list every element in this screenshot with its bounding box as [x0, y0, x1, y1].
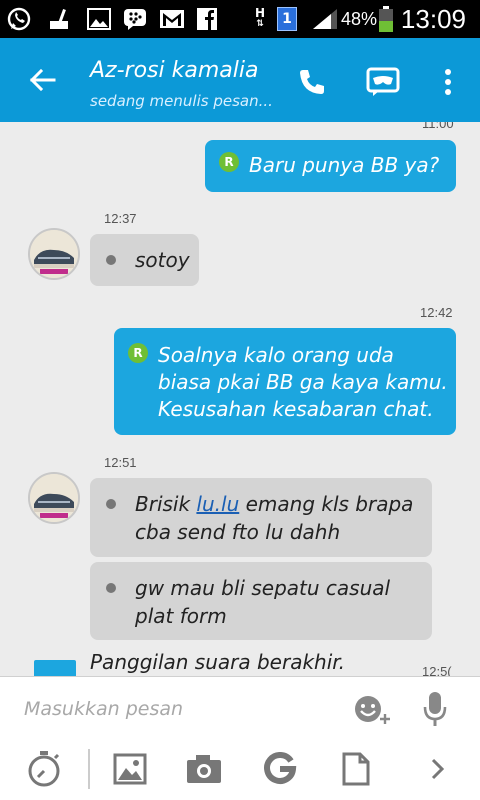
divider: [88, 749, 90, 789]
gmail-icon: [158, 6, 186, 32]
chevron-right-icon: [431, 758, 445, 780]
message-text: Soalnya kalo orang uda biasa pkai BB ga …: [158, 342, 448, 423]
timestamp: 12:51: [104, 455, 137, 470]
outgoing-message[interactable]: R Baru punya BB ya?: [205, 140, 456, 192]
voice-note-button[interactable]: [418, 689, 452, 729]
arrow-left-icon: [29, 68, 56, 92]
avatar[interactable]: [28, 472, 80, 524]
read-badge: R: [128, 343, 148, 363]
message-line: cba send fto lu dahh: [135, 520, 341, 544]
mask-icon: [366, 67, 400, 96]
composer: [0, 676, 480, 800]
message-text: gw mau bli sepatu casual plat form: [135, 574, 390, 630]
avatar[interactable]: [28, 228, 80, 280]
message-fragment: emang kls brapa: [239, 492, 414, 516]
message-text: sotoy: [135, 248, 190, 272]
message-link[interactable]: lu.lu: [196, 492, 239, 516]
shoe-photo: [30, 230, 78, 278]
google-icon: [264, 752, 297, 784]
battery-icon: [378, 6, 394, 32]
camera-button[interactable]: [182, 747, 226, 791]
typing-status: sedang menulis pesan...: [90, 92, 273, 110]
call-icon: [34, 660, 76, 676]
timestamp: 12:5(: [422, 664, 452, 676]
message-text: Baru punya BB ya?: [249, 153, 440, 177]
message-line: Kesusahan kesabaran chat.: [158, 397, 434, 421]
gallery-icon: [86, 6, 112, 32]
system-message: Panggilan suara berakhir.: [90, 650, 346, 674]
unread-dot: [106, 499, 116, 509]
read-badge: R: [219, 152, 239, 172]
status-clock: 13:09: [400, 4, 466, 34]
message-line: plat form: [135, 604, 227, 628]
incoming-message[interactable]: Brisik lu.lu emang kls brapa cba send ft…: [90, 478, 432, 557]
unread-dot: [106, 255, 116, 265]
sim-slot: 1: [276, 6, 298, 32]
mic-icon: [423, 692, 447, 726]
message-input[interactable]: [24, 691, 334, 727]
mask-button[interactable]: [363, 62, 403, 102]
gallery-button[interactable]: [108, 747, 152, 791]
voice-call-button[interactable]: [292, 62, 332, 102]
message-list[interactable]: 11:00 R Baru punya BB ya? 12:37 sotoy 12…: [0, 122, 480, 676]
message-fragment: Brisik: [135, 492, 197, 516]
timestamp: 12:42: [420, 305, 453, 320]
message-line: biasa pkai BB ga kaya kamu.: [158, 370, 448, 394]
google-search-button[interactable]: [258, 747, 302, 791]
camera-icon: [187, 755, 221, 783]
status-bar: H ⇅ 1 48% 13:09: [0, 0, 480, 38]
timestamp: 12:37: [104, 211, 137, 226]
file-icon: [342, 752, 370, 786]
more-attachments-button[interactable]: [416, 747, 460, 791]
message-line: Soalnya kalo orang uda: [158, 343, 394, 367]
bbm-icon: [122, 6, 148, 32]
timed-message-button[interactable]: [22, 747, 66, 791]
message-text: Brisik lu.lu emang kls brapa cba send ft…: [135, 490, 413, 546]
signal-icon: [310, 6, 340, 32]
network-type: H ⇅: [250, 6, 270, 32]
battery-percent: 48%: [341, 9, 378, 29]
network-type-label: H: [254, 6, 266, 20]
incoming-message[interactable]: gw mau bli sepatu casual plat form: [90, 562, 432, 640]
more-options-button[interactable]: [428, 62, 468, 102]
phone-icon: [300, 70, 324, 94]
message-line: gw mau bli sepatu casual: [135, 576, 391, 600]
more-vert-icon: [445, 69, 451, 95]
data-arrows-icon: ⇅: [256, 19, 264, 29]
timestamp: 11:00: [422, 122, 454, 131]
incoming-message[interactable]: sotoy: [90, 234, 199, 286]
file-button[interactable]: [334, 747, 378, 791]
emoji-add-icon: [355, 696, 390, 724]
back-button[interactable]: [22, 62, 62, 98]
broom-icon: [46, 6, 72, 32]
unread-dot: [106, 583, 116, 593]
whatsapp-icon: [4, 6, 34, 32]
emoticon-button[interactable]: [350, 691, 394, 729]
facebook-icon: [196, 6, 218, 32]
outgoing-message[interactable]: R Soalnya kalo orang uda biasa pkai BB g…: [114, 328, 456, 435]
picture-icon: [113, 753, 147, 785]
chat-header: Az-rosi kamalia sedang menulis pesan...: [0, 38, 480, 122]
sim-slot-label: 1: [277, 7, 297, 31]
contact-name[interactable]: Az-rosi kamalia: [90, 58, 258, 83]
timer-icon: [28, 751, 60, 787]
call-ended-notice: Panggilan suara berakhir. 12:5(: [0, 650, 480, 676]
shoe-photo: [30, 474, 78, 522]
